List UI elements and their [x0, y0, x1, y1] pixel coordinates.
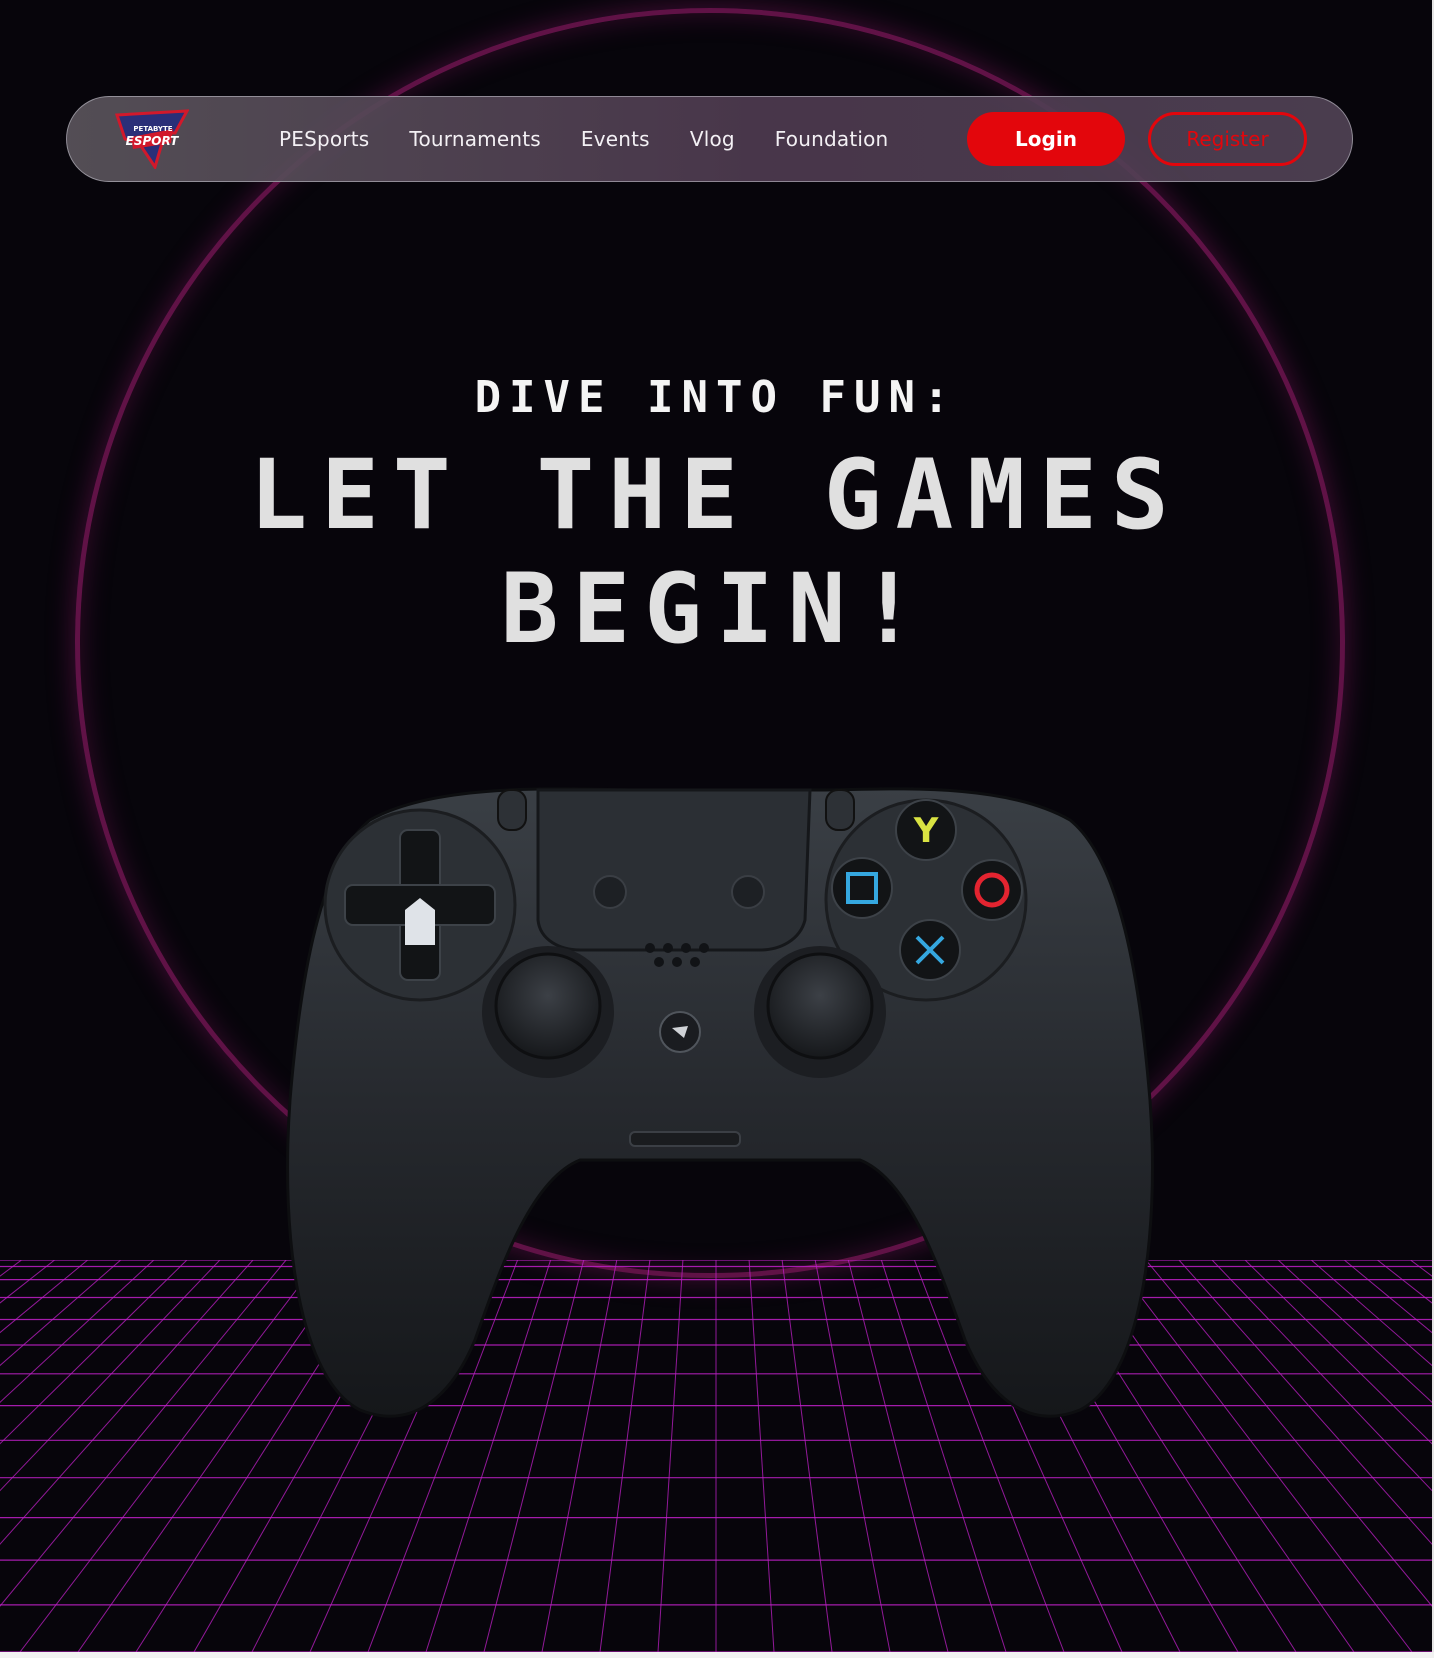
svg-text:PETABYTE: PETABYTE — [133, 125, 172, 133]
page-bottom-edge — [0, 1652, 1434, 1658]
nav-links: PESports Tournaments Events Vlog Foundat… — [279, 97, 928, 181]
headline-line-1: LET THE GAMES — [249, 439, 1183, 551]
nav-link-pesports[interactable]: PESports — [279, 127, 369, 151]
nav-link-tournaments[interactable]: Tournaments — [409, 127, 540, 151]
game-controller-image: Y — [286, 787, 1154, 1418]
register-button[interactable]: Register — [1148, 112, 1307, 166]
button-square — [831, 857, 893, 919]
svg-text:Y: Y — [913, 811, 939, 851]
hero-headline: LET THE GAMES BEGIN! — [0, 438, 1432, 666]
nav-link-events[interactable]: Events — [581, 127, 650, 151]
petabyte-esport-logo[interactable]: PETABYTE ESPORT — [115, 109, 189, 169]
button-circle — [961, 859, 1023, 921]
nav-link-foundation[interactable]: Foundation — [775, 127, 889, 151]
button-y: Y — [895, 799, 957, 861]
hero-section: DIVE INTO FUN: LET THE GAMES BEGIN! Y PE… — [0, 0, 1432, 1652]
navbar: PETABYTE ESPORT PESports Tournaments Eve… — [66, 96, 1353, 182]
login-button[interactable]: Login — [967, 112, 1125, 166]
nav-link-vlog[interactable]: Vlog — [690, 127, 735, 151]
left-analog-stick — [482, 946, 614, 1078]
hero-subheading: DIVE INTO FUN: — [474, 372, 958, 423]
right-analog-stick — [754, 946, 886, 1078]
headline-line-2: BEGIN! — [500, 553, 932, 665]
button-cross — [899, 919, 961, 981]
svg-text:ESPORT: ESPORT — [126, 134, 180, 148]
